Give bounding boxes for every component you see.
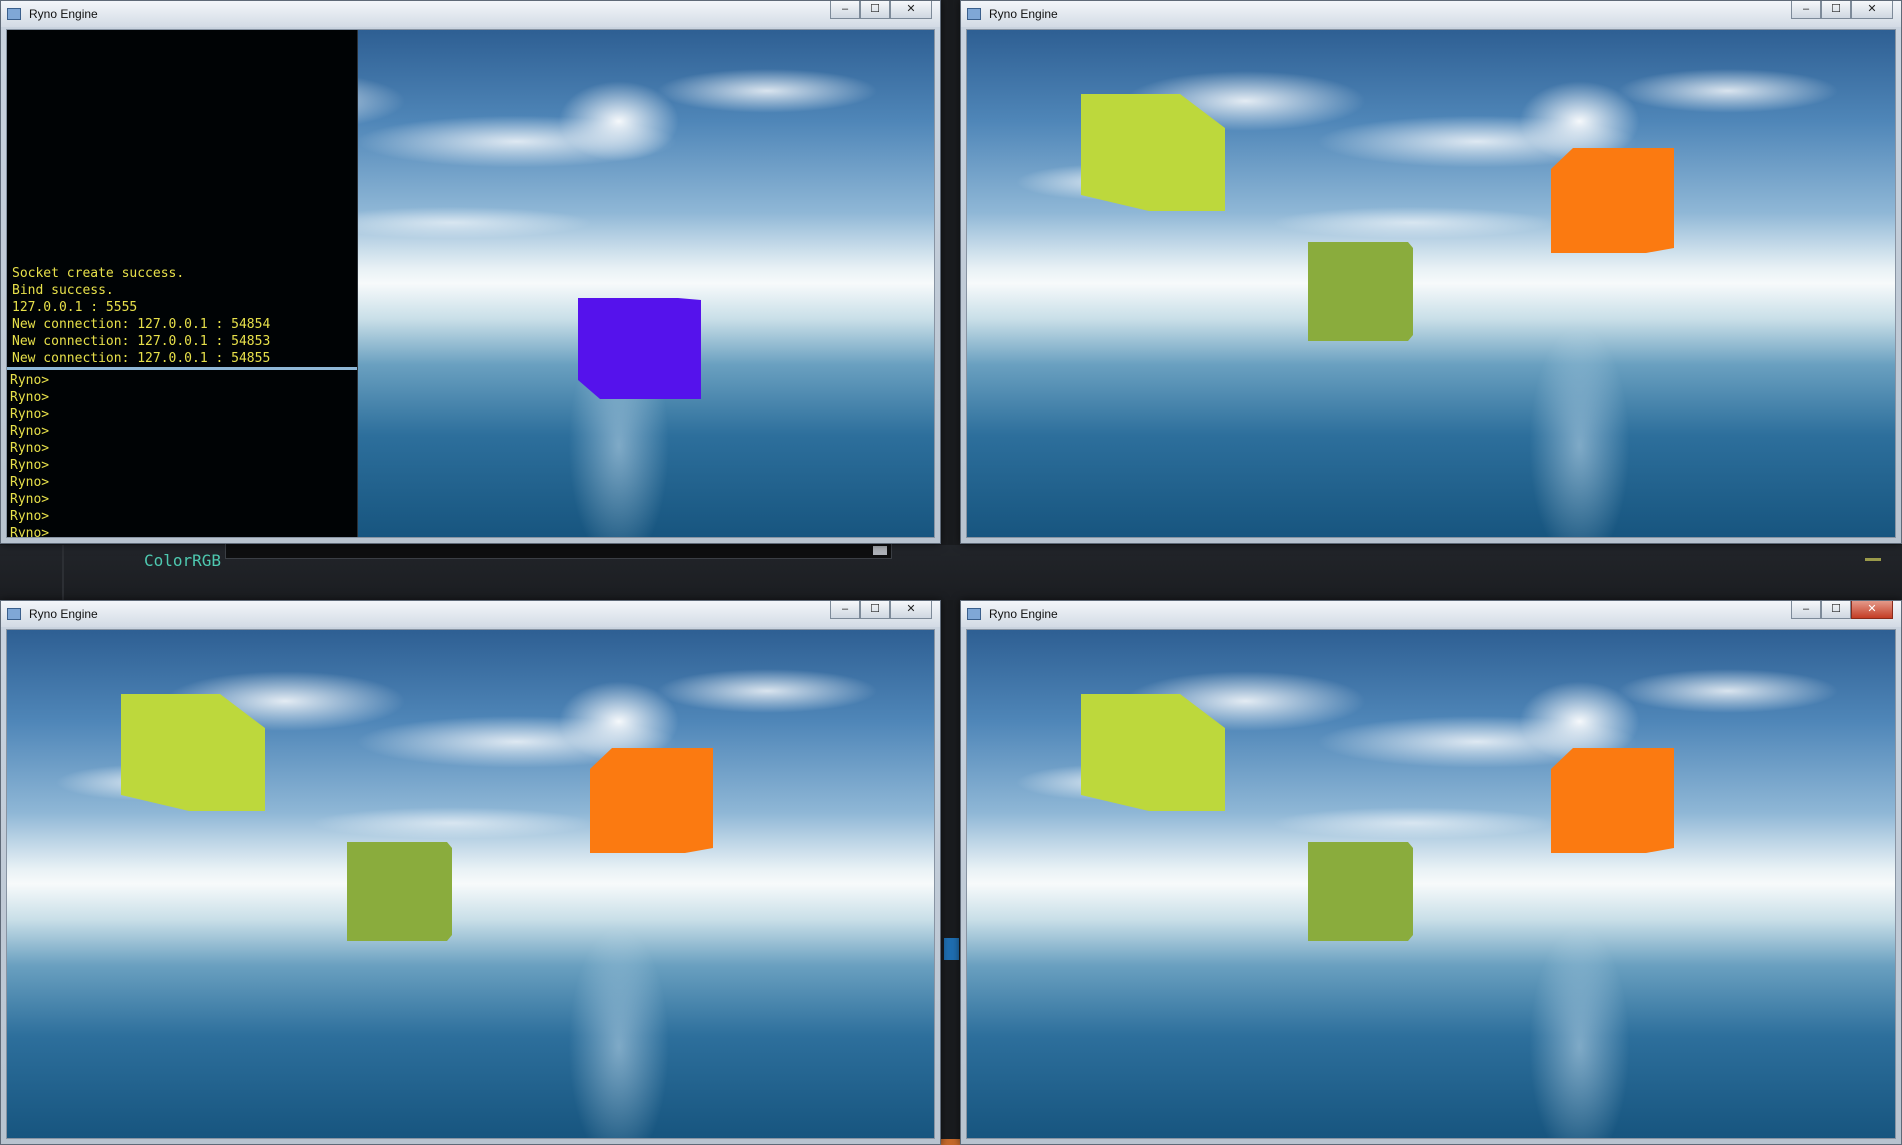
render-viewport[interactable] — [6, 629, 935, 1139]
ide-output-tab[interactable] — [944, 938, 959, 960]
orange-cube — [1551, 148, 1674, 253]
prompt-line: Ryno> — [10, 441, 50, 456]
orange-cube — [590, 748, 713, 853]
render-viewport[interactable]: Socket create success. Bind success. 127.0… — [6, 29, 935, 538]
ryno-engine-window-bottom-right[interactable]: Ryno Engine – ☐ ✕ — [960, 600, 1902, 1145]
purple-cube — [578, 298, 701, 399]
prompt-line: Ryno> — [10, 407, 50, 422]
maximize-button[interactable]: ☐ — [860, 1, 890, 19]
render-viewport[interactable] — [966, 29, 1896, 538]
window-title: Ryno Engine — [29, 607, 98, 621]
app-icon — [967, 608, 981, 620]
prompt-line: Ryno> — [10, 509, 50, 524]
log-line: Bind success. — [12, 283, 114, 298]
orange-cube — [1551, 748, 1674, 853]
lime-cube — [121, 694, 265, 811]
log-line: New connection: 127.0.0.1 : 54855 — [12, 351, 271, 366]
app-icon — [7, 8, 21, 20]
close-button[interactable]: ✕ — [890, 601, 932, 619]
prompt-line: Ryno> — [10, 458, 50, 473]
prompt-line: Ryno> — [10, 526, 50, 538]
close-button[interactable]: ✕ — [1851, 601, 1893, 619]
window-title: Ryno Engine — [989, 607, 1058, 621]
ryno-engine-window-bottom-left[interactable]: Ryno Engine – ☐ ✕ — [0, 600, 941, 1145]
maximize-button[interactable]: ☐ — [860, 601, 890, 619]
ide-horizontal-scrollbar[interactable] — [225, 543, 892, 559]
window-titlebar[interactable]: Ryno Engine – ☐ ✕ — [1, 1, 940, 27]
app-icon — [7, 608, 21, 620]
ide-gutter-line — [62, 545, 64, 600]
maximize-button[interactable]: ☐ — [1821, 1, 1851, 19]
console-log: Socket create success. Bind success. 127.0… — [12, 265, 270, 367]
console-panel[interactable]: Socket create success. Bind success. 127.0… — [7, 30, 358, 537]
prompt-line: Ryno> — [10, 390, 50, 405]
window-titlebar[interactable]: Ryno Engine – ☐ ✕ — [961, 601, 1901, 627]
minimize-button[interactable]: – — [830, 1, 860, 19]
minimize-button[interactable]: – — [1791, 601, 1821, 619]
maximize-button[interactable]: ☐ — [1821, 601, 1851, 619]
prompt-line: Ryno> — [10, 492, 50, 507]
prompt-line: Ryno> — [10, 475, 50, 490]
console-separator — [7, 367, 357, 370]
window-titlebar[interactable]: Ryno Engine – ☐ ✕ — [1, 601, 940, 627]
log-line: New connection: 127.0.0.1 : 54853 — [12, 334, 271, 349]
window-title: Ryno Engine — [989, 7, 1058, 21]
minimize-button[interactable]: – — [830, 601, 860, 619]
green-cube — [347, 842, 452, 941]
prompt-line: Ryno> — [10, 424, 50, 439]
ryno-engine-window-top-left[interactable]: Ryno Engine – ☐ ✕ Socket create success.… — [0, 0, 941, 544]
close-button[interactable]: ✕ — [1851, 1, 1893, 19]
log-line: 127.0.0.1 : 5555 — [12, 300, 138, 315]
window-title: Ryno Engine — [29, 7, 98, 21]
scrollbar-thumb[interactable] — [873, 546, 887, 555]
lime-cube — [1081, 94, 1225, 211]
minimize-button[interactable]: – — [1791, 1, 1821, 19]
window-titlebar[interactable]: Ryno Engine – ☐ ✕ — [961, 1, 1901, 27]
log-line: New connection: 127.0.0.1 : 54854 — [12, 317, 271, 332]
console-input-area[interactable]: Ryno> Ryno> Ryno> Ryno> Ryno> Ryno> Ryno> Ryno>… — [10, 372, 50, 538]
lime-cube — [1081, 694, 1225, 811]
log-line: Socket create success. — [12, 266, 185, 281]
render-viewport[interactable] — [966, 629, 1896, 1139]
ide-code-fragment: ColorRGB — [144, 551, 222, 570]
ide-marker — [1865, 558, 1881, 561]
app-icon — [967, 8, 981, 20]
close-button[interactable]: ✕ — [890, 1, 932, 19]
green-cube — [1308, 242, 1413, 341]
green-cube — [1308, 842, 1413, 941]
prompt-line: Ryno> — [10, 373, 50, 388]
ryno-engine-window-top-right[interactable]: Ryno Engine – ☐ ✕ — [960, 0, 1902, 544]
